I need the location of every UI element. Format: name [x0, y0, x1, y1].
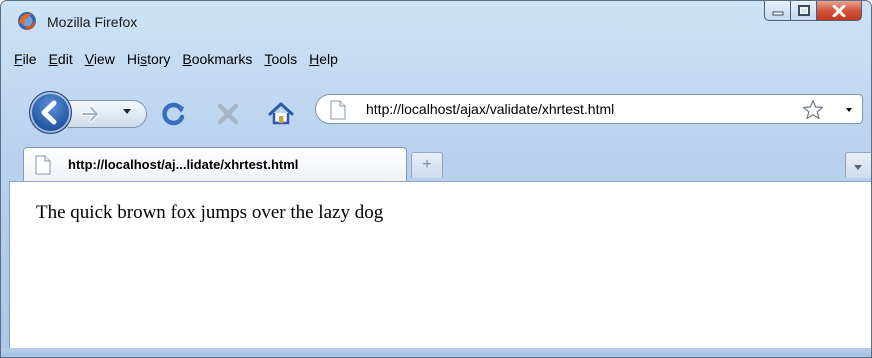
tab-active[interactable]: http://localhost/aj...lidate/xhrtest.htm…: [23, 147, 407, 181]
menu-bar: File Edit View History Bookmarks Tools H…: [8, 51, 344, 67]
window-controls: [764, 1, 862, 23]
chevron-down-icon: [854, 165, 862, 170]
url-text[interactable]: http://localhost/ajax/validate/xhrtest.h…: [366, 101, 614, 117]
tab-title: http://localhost/aj...lidate/xhrtest.htm…: [68, 157, 299, 172]
browser-window: Mozilla Firefox File Edit View History B…: [0, 0, 872, 358]
content-text: The quick brown fox jumps over the lazy …: [36, 202, 384, 223]
list-all-tabs-button[interactable]: [845, 152, 871, 178]
url-history-dropdown[interactable]: [846, 108, 852, 112]
navigation-toolbar: http://localhost/ajax/validate/xhrtest.h…: [1, 85, 871, 134]
window-title: Mozilla Firefox: [47, 14, 138, 30]
menu-bookmarks[interactable]: Bookmarks: [176, 51, 258, 67]
reload-icon[interactable]: [161, 101, 187, 127]
plus-icon: +: [422, 156, 432, 173]
minimize-button[interactable]: [764, 1, 791, 21]
new-tab-button[interactable]: +: [411, 152, 443, 178]
title-bar[interactable]: Mozilla Firefox: [1, 1, 871, 44]
star-icon[interactable]: [802, 99, 824, 121]
window-bottom-frame: [1, 348, 871, 357]
firefox-logo-icon: [18, 12, 36, 30]
menu-help[interactable]: Help: [303, 51, 344, 67]
menu-edit[interactable]: Edit: [43, 51, 79, 67]
back-arrow-icon: [41, 100, 57, 125]
menu-file[interactable]: File: [8, 51, 43, 67]
close-button[interactable]: [817, 1, 862, 21]
stop-icon[interactable]: [215, 101, 241, 127]
menu-tools[interactable]: Tools: [258, 51, 303, 67]
tab-strip: http://localhost/aj...lidate/xhrtest.htm…: [1, 141, 871, 181]
maximize-icon: [797, 5, 810, 16]
menu-view[interactable]: View: [79, 51, 121, 67]
close-icon: [832, 4, 846, 17]
forward-arrow-icon[interactable]: [75, 102, 107, 126]
maximize-button[interactable]: [791, 1, 817, 21]
back-button[interactable]: [29, 91, 72, 134]
minimize-icon: [772, 11, 783, 15]
home-icon[interactable]: [267, 100, 295, 128]
page-icon: [330, 100, 346, 120]
page-icon: [35, 155, 51, 175]
menu-history[interactable]: History: [121, 51, 177, 67]
address-bar[interactable]: http://localhost/ajax/validate/xhrtest.h…: [315, 94, 863, 124]
history-dropdown-arrow[interactable]: [123, 109, 131, 114]
page-content: The quick brown fox jumps over the lazy …: [9, 181, 871, 348]
